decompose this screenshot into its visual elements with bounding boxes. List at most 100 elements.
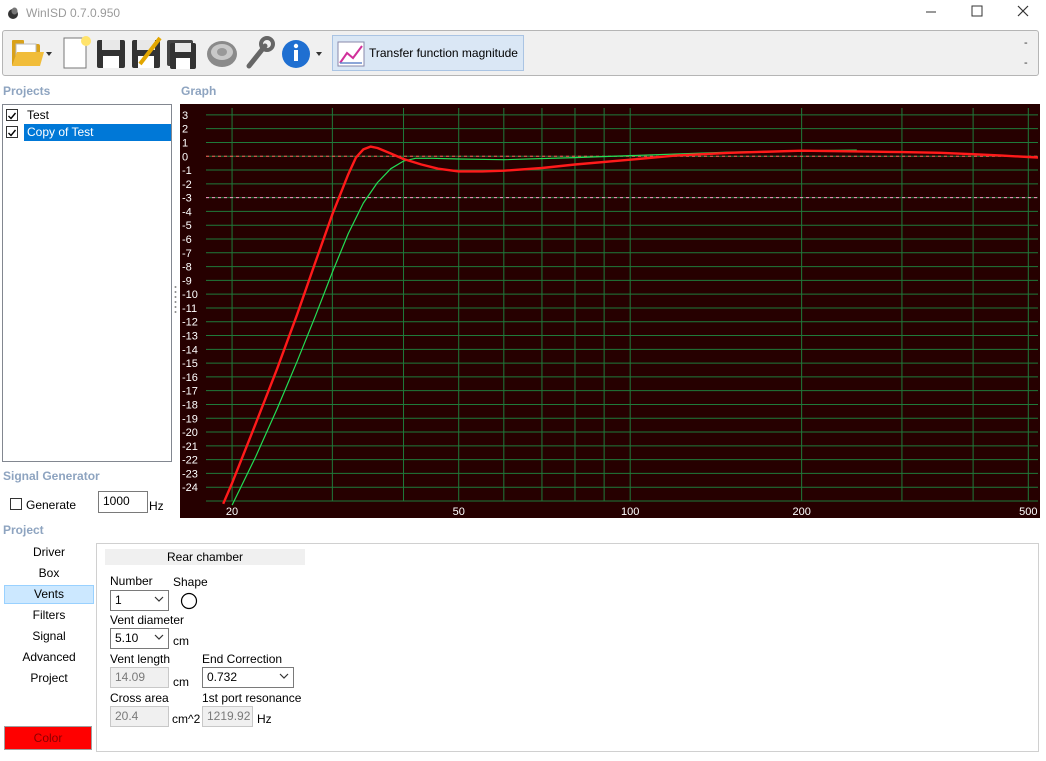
info-button[interactable] — [280, 34, 326, 72]
y-tick-label: -9 — [182, 275, 192, 287]
rear-chamber-title: Rear chamber — [105, 549, 305, 565]
transfer-function-chart[interactable]: 3 21 0 -1 -2 -3-4 -5 -6 -7 -8-9 -10 -11 -12 -13-14 -15… — [180, 104, 1040, 518]
signal-generator-heading: Signal Generator — [3, 469, 100, 483]
y-tick-label: -22 — [182, 455, 198, 467]
generate-checkbox[interactable] — [10, 498, 22, 510]
chevron-down-icon — [154, 596, 164, 602]
save-all-button[interactable] — [165, 34, 197, 72]
shape-label: Shape — [173, 575, 208, 589]
number-label: Number — [110, 574, 153, 588]
nav-item-driver[interactable]: Driver — [4, 543, 94, 562]
tools-button[interactable] — [243, 34, 275, 72]
cross-area-field: 20.4 — [110, 706, 169, 727]
graph-type-label: Transfer function magnitude — [369, 46, 518, 60]
nav-item-filters[interactable]: Filters — [4, 606, 94, 625]
y-tick-label: -15 — [182, 358, 198, 370]
chevron-down-icon — [154, 634, 164, 640]
y-tick-label: -20 — [182, 427, 198, 439]
nav-item-advanced[interactable]: Advanced — [4, 648, 94, 667]
splitter-grip-icon[interactable] — [174, 285, 177, 313]
maximize-icon — [971, 5, 983, 17]
close-icon — [1017, 5, 1029, 17]
checkmark-icon — [8, 112, 17, 120]
frequency-input[interactable]: 1000 — [98, 491, 148, 513]
number-select[interactable]: 1 — [110, 590, 169, 611]
y-tick-label: -3 — [182, 193, 192, 205]
y-tick-label: -17 — [182, 386, 198, 398]
project-item-label: Copy of Test — [24, 124, 171, 141]
graph-heading: Graph — [181, 84, 217, 98]
port-resonance-label: 1st port resonance — [202, 691, 302, 705]
new-project-icon — [63, 36, 91, 69]
end-correction-select[interactable]: 0.732 — [202, 667, 294, 688]
x-tick-label: 500 — [1019, 506, 1037, 518]
plot-background — [206, 108, 1038, 501]
y-tick-label: 0 — [182, 151, 188, 163]
save-button[interactable] — [95, 34, 127, 72]
window-title: WinISD 0.7.0.950 — [26, 6, 121, 20]
project-item-label: Test — [27, 108, 50, 122]
graph-area[interactable]: 3 2 1 0 -1 -2 -3 -4 -5 -6 -7 -8 -9 -10 -11 -12 -13 -14 -15… — [180, 104, 1040, 518]
checkmark-icon — [8, 129, 17, 137]
open-button[interactable] — [8, 34, 54, 72]
vent-length-unit: cm — [173, 675, 189, 689]
color-button[interactable]: Color — [4, 726, 92, 750]
vent-length-field: 14.09 — [110, 667, 169, 688]
new-project-button[interactable] — [60, 34, 92, 72]
vent-diameter-select[interactable]: 5.10 — [110, 628, 169, 649]
driver-button[interactable] — [205, 34, 237, 72]
nav-item-vents[interactable]: Vents — [4, 585, 94, 604]
chart-line-icon — [337, 41, 365, 67]
projects-heading: Projects — [3, 84, 51, 98]
end-correction-label: End Correction — [202, 652, 283, 666]
y-tick-label: -11 — [182, 303, 197, 315]
y-tick-label: -8 — [182, 262, 192, 274]
save-as-button[interactable] — [130, 34, 162, 72]
project-item[interactable]: Copy of Test — [4, 124, 171, 141]
y-tick-label: -2 — [182, 179, 192, 191]
y-tick-label: 1 — [182, 137, 188, 149]
frequency-unit: Hz — [149, 499, 164, 513]
project-checkbox[interactable] — [6, 109, 18, 121]
y-tick-label: -14 — [182, 344, 198, 356]
x-tick-label: 100 — [621, 506, 639, 518]
y-tick-label: -1 — [182, 165, 192, 177]
title-bar — [0, 0, 1046, 28]
minimize-icon — [926, 11, 936, 13]
y-tick-label: -12 — [182, 317, 198, 329]
save-all-icon — [167, 40, 196, 69]
vent-length-label: Vent length — [110, 652, 171, 666]
open-folder-icon — [12, 40, 52, 66]
cross-area-label: Cross area — [110, 691, 169, 705]
project-item[interactable]: Test — [4, 107, 170, 124]
y-tick-label: -19 — [182, 413, 198, 425]
project-checkbox[interactable] — [6, 126, 18, 138]
y-tick-label: -24 — [182, 482, 198, 494]
maximize-button[interactable] — [954, 0, 1000, 28]
save-icon — [97, 40, 125, 68]
port-resonance-field: 1219.92 — [202, 706, 253, 727]
y-tick-label: -4 — [182, 206, 192, 218]
app-logo-icon — [8, 7, 18, 19]
nav-item-box[interactable]: Box — [4, 564, 94, 583]
wrench-icon — [246, 36, 275, 69]
y-tick-label: -23 — [182, 468, 198, 480]
minimize-button[interactable] — [908, 0, 954, 28]
port-resonance-unit: Hz — [257, 712, 272, 726]
close-button[interactable] — [1000, 0, 1046, 28]
end-correction-value: 0.732 — [207, 670, 238, 684]
toolbar-overflow-bottom[interactable]: - — [1024, 57, 1028, 69]
nav-item-project[interactable]: Project — [4, 669, 94, 688]
y-tick-label: -21 — [182, 441, 198, 453]
circle-shape-icon[interactable] — [180, 592, 198, 610]
number-select-value: 1 — [115, 593, 122, 607]
y-tick-label: -5 — [182, 220, 192, 232]
toolbar-overflow-top[interactable]: - — [1024, 37, 1028, 49]
save-as-icon — [132, 36, 162, 68]
cross-area-unit: cm^2 — [172, 712, 201, 726]
nav-item-signal[interactable]: Signal — [4, 627, 94, 646]
y-tick-label: -10 — [182, 289, 198, 301]
projects-list — [2, 104, 172, 462]
vent-diameter-unit: cm — [173, 634, 189, 648]
y-tick-label: -18 — [182, 399, 198, 411]
